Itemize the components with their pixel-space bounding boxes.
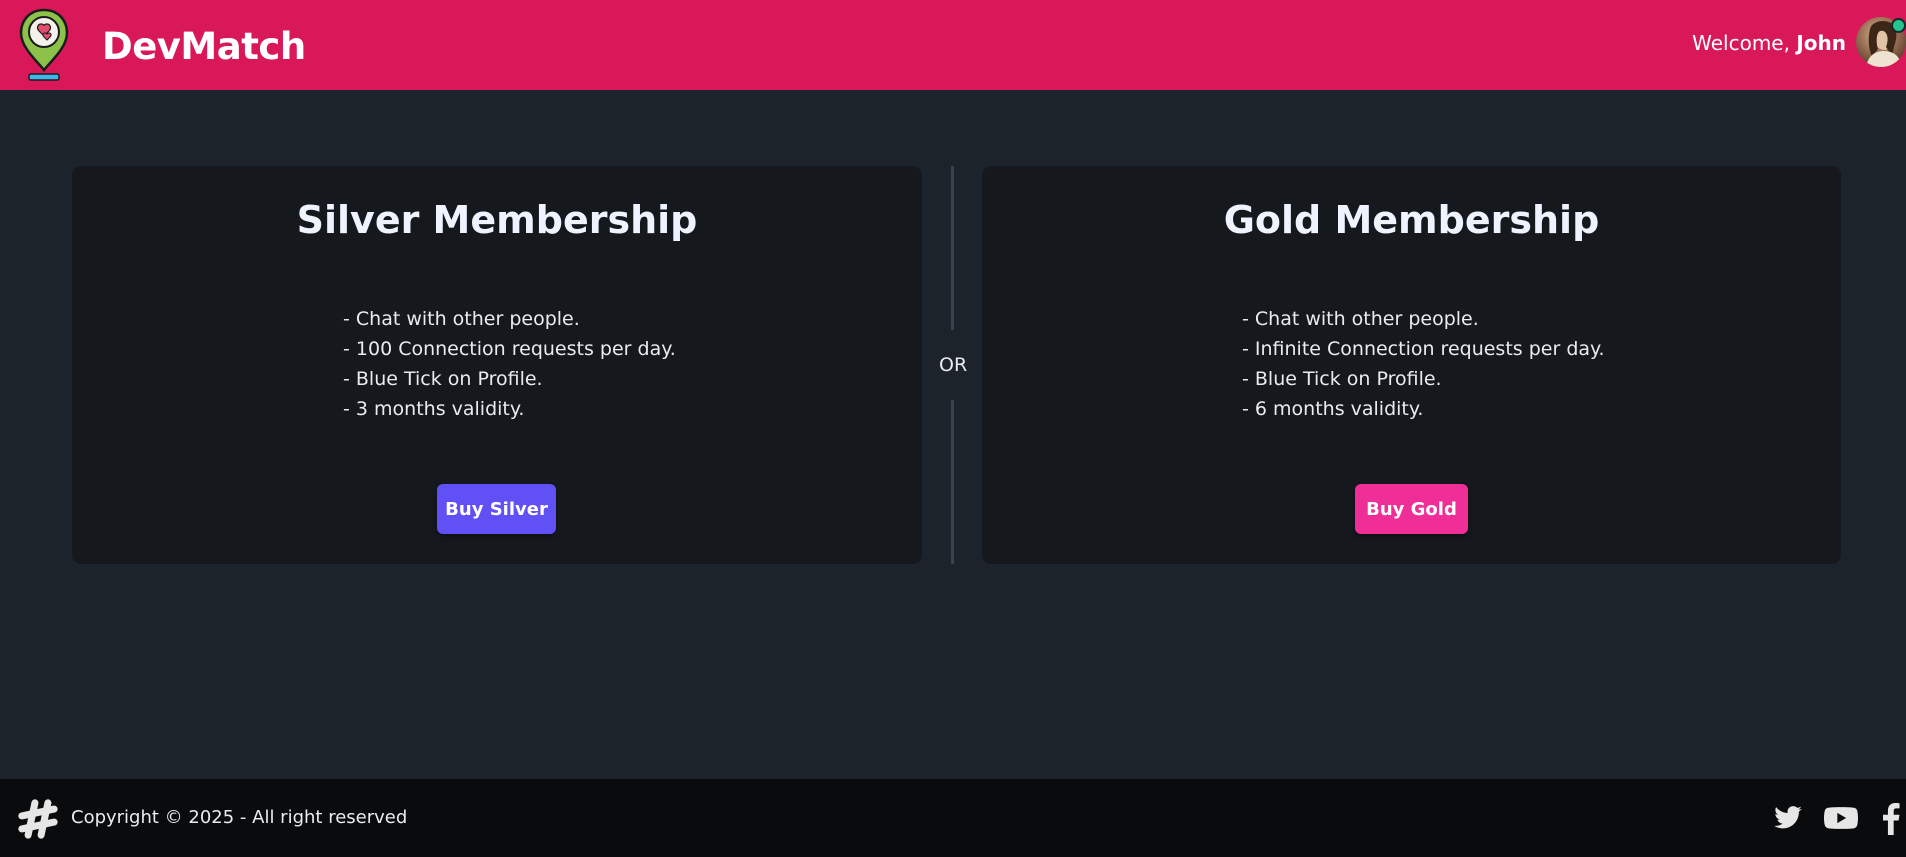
silver-feature-item: - 100 Connection requests per day. [343, 338, 676, 360]
gold-feature-list: - Chat with other people. - Infinite Con… [1242, 304, 1605, 424]
gold-feature-item: - Chat with other people. [1242, 308, 1479, 330]
silver-feature-list: - Chat with other people. - 100 Connecti… [343, 304, 676, 424]
hashtag-logo-icon [18, 799, 58, 839]
gold-plan-title: Gold Membership [1223, 198, 1600, 242]
silver-feature-item: - Blue Tick on Profile. [343, 368, 543, 390]
divider-line-top [951, 166, 954, 330]
buy-gold-button[interactable]: Buy Gold [1355, 484, 1468, 534]
buy-silver-button[interactable]: Buy Silver [437, 484, 556, 534]
youtube-icon[interactable] [1824, 803, 1858, 833]
user-name: John [1796, 31, 1846, 55]
silver-feature-item: - Chat with other people. [343, 308, 580, 330]
silver-plan-title: Silver Membership [296, 198, 698, 242]
divider-line-bottom [951, 400, 954, 564]
online-status-indicator [1891, 18, 1906, 33]
navbar: DevMatch Welcome, John [0, 0, 1906, 90]
gold-feature-item: - Infinite Connection requests per day. [1242, 338, 1605, 360]
twitter-icon[interactable] [1772, 803, 1804, 833]
divider-or-text: OR [939, 354, 968, 376]
welcome-prefix: Welcome, [1692, 31, 1790, 55]
brand-name[interactable]: DevMatch [102, 25, 306, 68]
copyright-text: Copyright © 2025 - All right reserved [71, 807, 408, 828]
gold-membership-card: Gold Membership - Chat with other people… [982, 166, 1841, 564]
gold-feature-item: - 6 months validity. [1242, 398, 1424, 420]
silver-feature-item: - 3 months validity. [343, 398, 525, 420]
welcome-message: Welcome, John [1692, 31, 1846, 55]
facebook-icon[interactable] [1880, 803, 1902, 835]
logo-map-pin-heart-icon[interactable] [18, 6, 70, 82]
footer: Copyright © 2025 - All right reserved [0, 779, 1906, 857]
silver-membership-card: Silver Membership - Chat with other peop… [72, 166, 922, 564]
gold-feature-item: - Blue Tick on Profile. [1242, 368, 1442, 390]
